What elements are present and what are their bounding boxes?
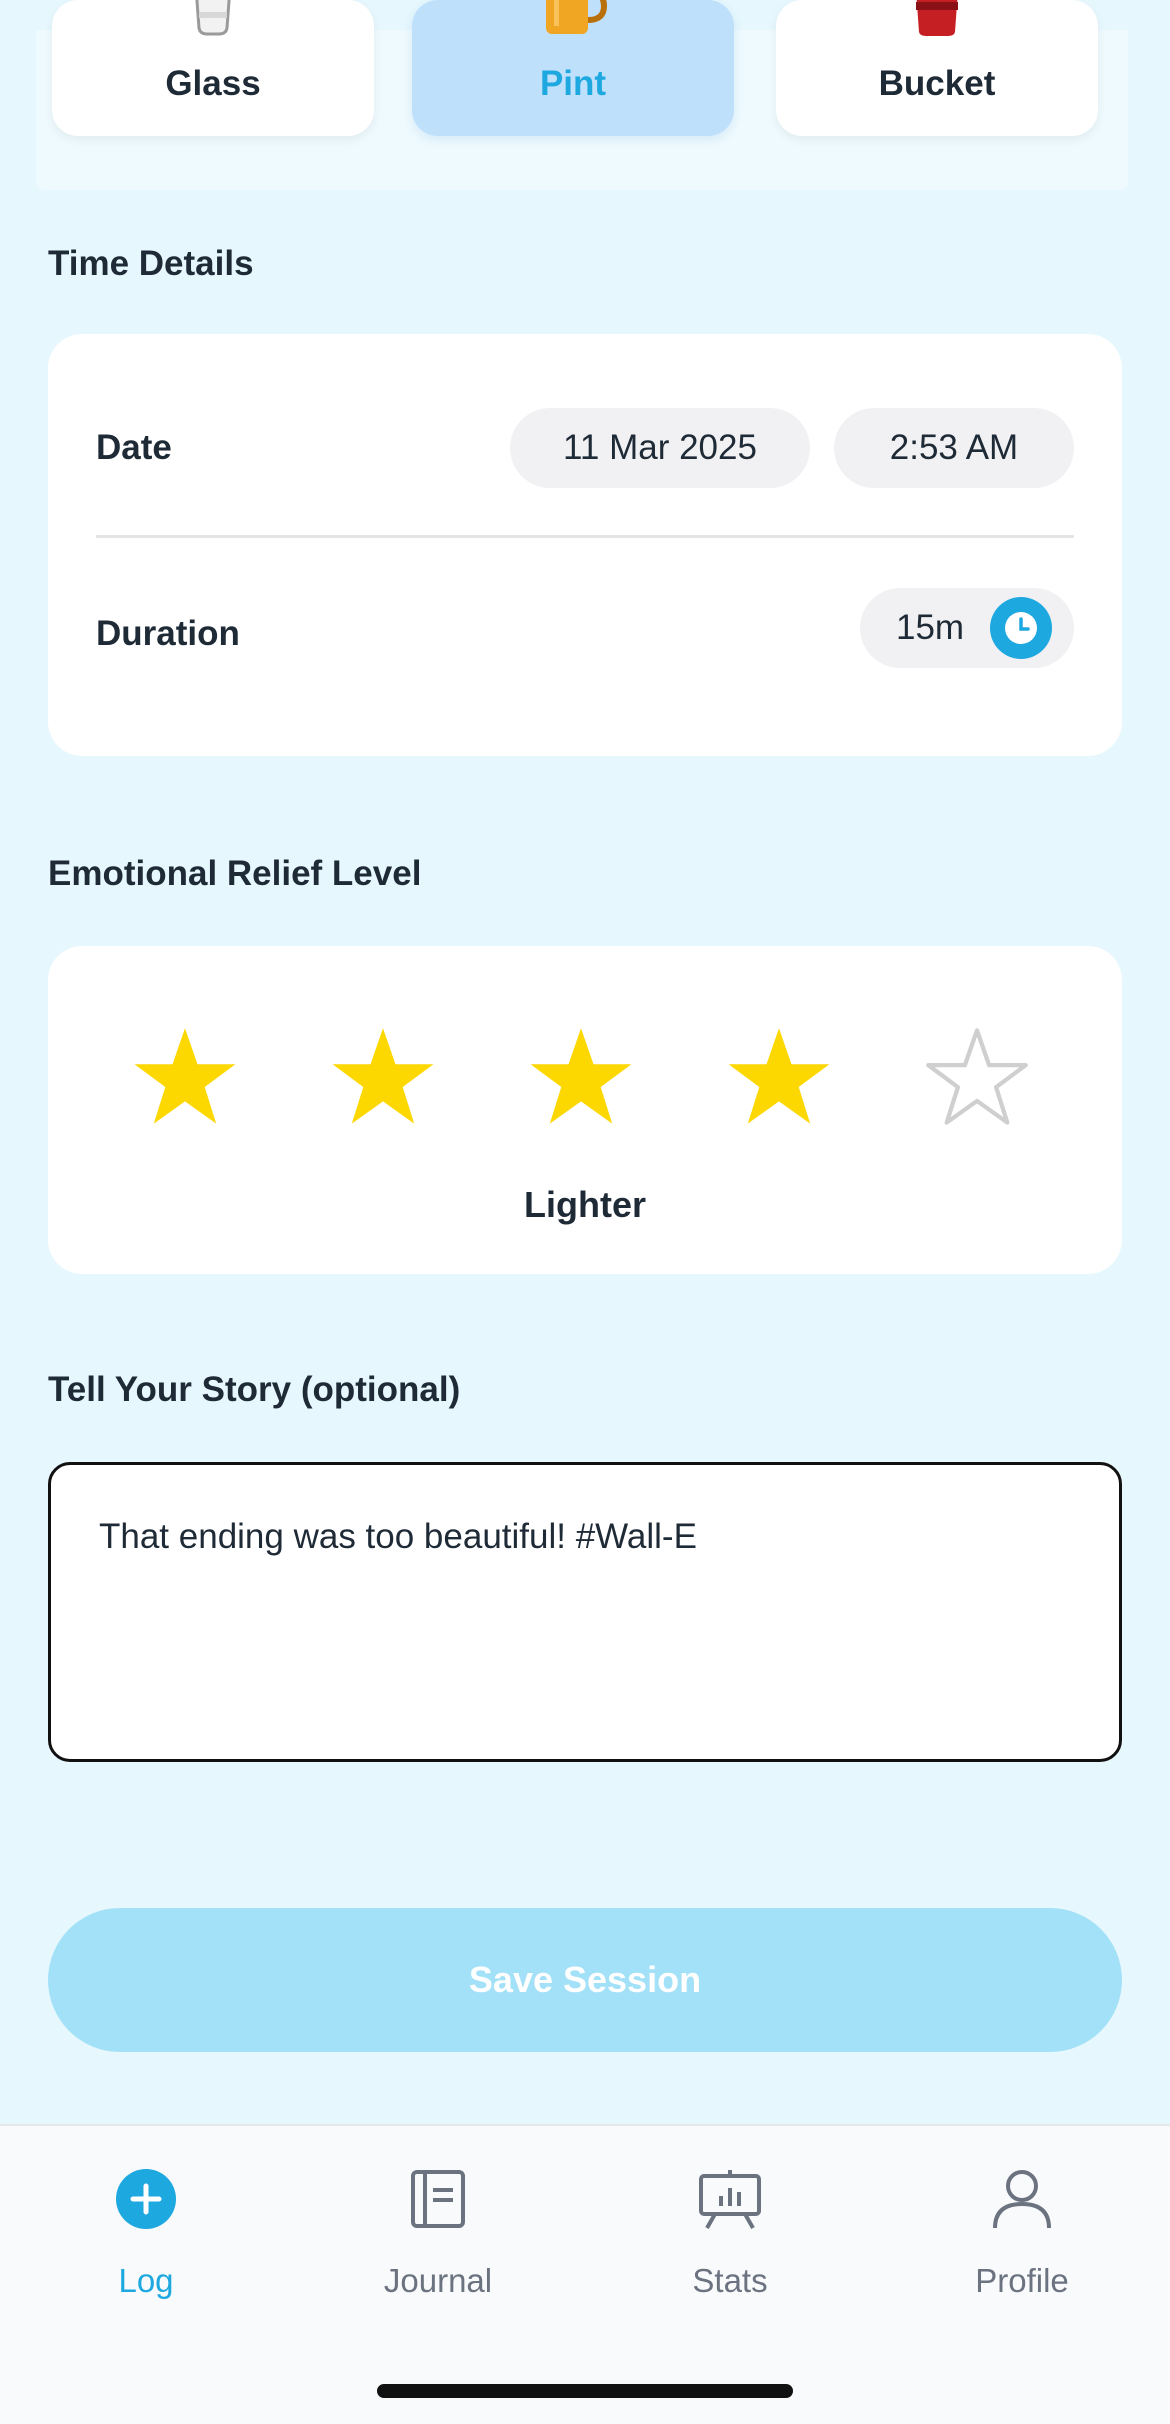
save-session-button[interactable]: Save Session	[48, 1908, 1122, 2052]
container-label: Glass	[165, 64, 261, 103]
glass-icon	[191, 0, 235, 41]
tab-log[interactable]: Log	[0, 2126, 292, 2326]
time-value: 2:53 AM	[889, 428, 1019, 467]
log-session-screen: Glass Pint Bucket Time Details Date 11 M…	[0, 0, 1170, 2424]
story-textarea[interactable]: That ending was too beautiful! #Wall-E	[48, 1462, 1122, 1762]
person-icon	[993, 2170, 1051, 2229]
container-label: Pint	[539, 64, 607, 103]
tab-journal[interactable]: Journal	[292, 2126, 584, 2326]
container-option-glass[interactable]: Glass	[52, 0, 374, 136]
duration-label: Duration	[96, 614, 240, 653]
relief-rating-card: Lighter	[48, 946, 1122, 1274]
star-2-filled-icon[interactable]	[330, 1024, 436, 1130]
time-details-title: Time Details	[48, 244, 254, 283]
date-label: Date	[96, 428, 172, 467]
date-value: 11 Mar 2025	[563, 428, 757, 467]
star-5-empty-icon[interactable]	[924, 1024, 1030, 1130]
duration-value: 15m	[896, 608, 965, 647]
bottom-tab-bar: Log Journal Stats Profile	[0, 2124, 1170, 2424]
tab-profile[interactable]: Profile	[876, 2126, 1168, 2326]
relief-level-title: Emotional Relief Level	[48, 854, 422, 893]
stats-board-icon	[699, 2170, 761, 2229]
tab-stats[interactable]: Stats	[584, 2126, 876, 2326]
story-text: That ending was too beautiful! #Wall-E	[99, 1517, 697, 1556]
tab-label: Profile	[975, 2262, 1069, 2299]
divider	[96, 535, 1074, 538]
time-details-card: Date 11 Mar 2025 2:53 AM Duration 15m	[48, 334, 1122, 756]
home-indicator[interactable]	[377, 2384, 793, 2398]
container-option-bucket[interactable]: Bucket	[776, 0, 1098, 136]
beer-mug-icon	[538, 0, 608, 43]
tab-label: Stats	[692, 2262, 768, 2299]
tab-label: Log	[118, 2262, 174, 2299]
time-picker[interactable]: 2:53 AM	[834, 408, 1074, 488]
journal-icon	[411, 2170, 465, 2228]
container-size-selector: Glass Pint Bucket	[36, 0, 1128, 190]
tab-label: Journal	[383, 2262, 493, 2299]
story-title: Tell Your Story (optional)	[48, 1370, 461, 1409]
relief-rating-label: Lighter	[524, 1184, 646, 1225]
clock-icon	[990, 597, 1052, 659]
star-3-filled-icon[interactable]	[528, 1024, 634, 1130]
duration-picker[interactable]: 15m	[860, 588, 1074, 668]
date-picker[interactable]: 11 Mar 2025	[510, 408, 810, 488]
star-1-filled-icon[interactable]	[132, 1024, 238, 1130]
container-option-pint[interactable]: Pint	[412, 0, 734, 136]
plus-circle-icon	[116, 2169, 176, 2229]
container-label: Bucket	[878, 64, 996, 103]
bucket-icon	[912, 0, 962, 43]
star-4-filled-icon[interactable]	[726, 1024, 832, 1130]
